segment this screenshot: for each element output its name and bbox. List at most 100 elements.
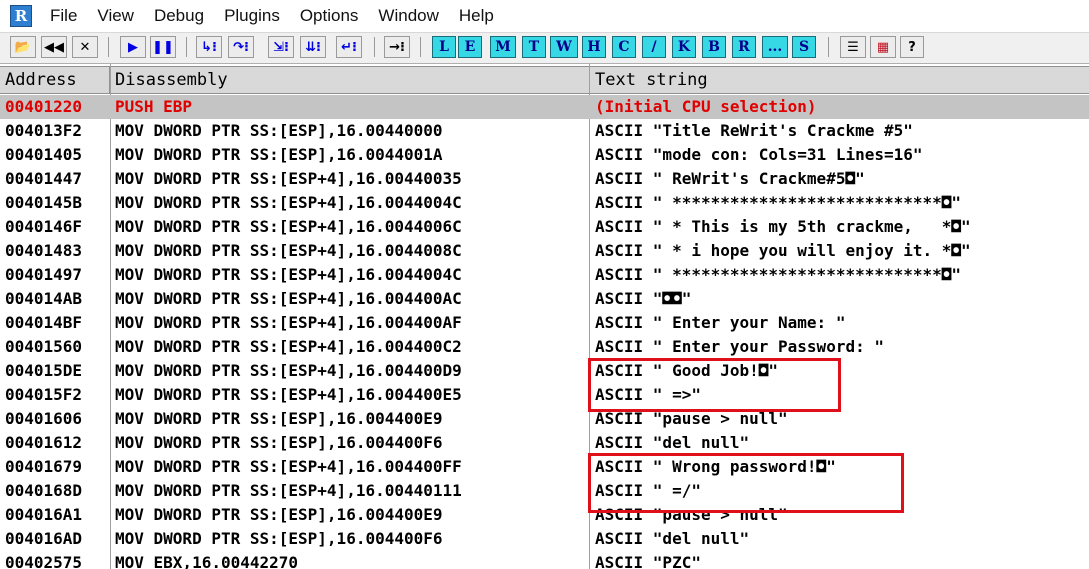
- execute-till-return-icon[interactable]: ↵⁝: [336, 36, 362, 58]
- call-stack-button[interactable]: K: [672, 36, 696, 58]
- column-header-address[interactable]: Address: [0, 67, 110, 93]
- address-cell: 00401483: [5, 241, 83, 260]
- table-row[interactable]: 004016A1 MOV DWORD PTR SS:[ESP],16.004400…: [0, 503, 1089, 527]
- table-row[interactable]: 004015DE MOV DWORD PTR SS:[ESP+4],16.0044…: [0, 359, 1089, 383]
- disassembly-cell: MOV DWORD PTR SS:[ESP+4],16.0044006C: [115, 217, 462, 236]
- disassembly-cell: MOV DWORD PTR SS:[ESP],16.004400F6: [115, 529, 443, 548]
- table-body: 00401220 PUSH EBP (Initial CPU selection) 0…: [0, 95, 1089, 569]
- highlight-box-wrong-password: [588, 453, 904, 513]
- table-row[interactable]: 00401447 MOV DWORD PTR SS:[ESP+4],16.0044…: [0, 167, 1089, 191]
- text-string-cell: ASCII "mode con: Cols=31 Lines=16": [595, 145, 923, 164]
- table-row[interactable]: 00401612 MOV DWORD PTR SS:[ESP],16.004400…: [0, 431, 1089, 455]
- table-row[interactable]: 004014AB MOV DWORD PTR SS:[ESP+4],16.0044…: [0, 287, 1089, 311]
- menu-options[interactable]: Options: [290, 0, 369, 32]
- address-cell: 00401679: [5, 457, 83, 476]
- text-strings-table: Address Disassembly Text string 00401220…: [0, 64, 1089, 569]
- table-row[interactable]: 00401560 MOV DWORD PTR SS:[ESP+4],16.0044…: [0, 335, 1089, 359]
- menu-window[interactable]: Window: [368, 0, 448, 32]
- patches-button[interactable]: /: [642, 36, 666, 58]
- list-icon[interactable]: ☰: [840, 36, 866, 58]
- disassembly-cell: MOV DWORD PTR SS:[ESP],16.00440000: [115, 121, 443, 140]
- help-icon[interactable]: ?: [900, 36, 924, 58]
- address-cell: 004015DE: [5, 361, 83, 380]
- table-row[interactable]: 00401405 MOV DWORD PTR SS:[ESP],16.004400…: [0, 143, 1089, 167]
- trace-over-icon[interactable]: ⇊⁝: [300, 36, 326, 58]
- text-string-cell: ASCII " ReWrit's Crackme#5◘": [595, 169, 865, 188]
- disassembly-cell: MOV DWORD PTR SS:[ESP+4],16.004400FF: [115, 457, 462, 476]
- table-row[interactable]: 0040168D MOV DWORD PTR SS:[ESP+4],16.0044…: [0, 479, 1089, 503]
- address-cell: 0040145B: [5, 193, 83, 212]
- threads-button[interactable]: T: [522, 36, 546, 58]
- go-to-icon[interactable]: →⁝: [384, 36, 410, 58]
- table-row[interactable]: 004016AD MOV DWORD PTR SS:[ESP],16.004400…: [0, 527, 1089, 551]
- address-cell: 00401447: [5, 169, 83, 188]
- table-row[interactable]: 004014BF MOV DWORD PTR SS:[ESP+4],16.0044…: [0, 311, 1089, 335]
- menu-help[interactable]: Help: [449, 0, 504, 32]
- restart-icon[interactable]: ◀◀: [41, 36, 67, 58]
- handles-button[interactable]: H: [582, 36, 606, 58]
- text-string-cell: ASCII "PZC": [595, 553, 701, 569]
- toolbar-separator: [108, 37, 109, 57]
- toolbar: 📂 ◀◀ ✕ ▶ ❚❚ ↳⁝ ↷⁝ ⇲⁝ ⇊⁝ ↵⁝ →⁝ L E M T W …: [0, 33, 1089, 64]
- address-cell: 004016AD: [5, 529, 83, 548]
- run-icon[interactable]: ▶: [120, 36, 146, 58]
- trace-into-icon[interactable]: ⇲⁝: [268, 36, 294, 58]
- disassembly-cell: MOV EBX,16.00442270: [115, 553, 299, 569]
- table-row[interactable]: 00401606 MOV DWORD PTR SS:[ESP],16.004400…: [0, 407, 1089, 431]
- text-string-cell: (Initial CPU selection): [595, 97, 817, 116]
- table-row[interactable]: 00401679 MOV DWORD PTR SS:[ESP+4],16.0044…: [0, 455, 1089, 479]
- column-header-disassembly[interactable]: Disassembly: [110, 67, 590, 93]
- address-cell: 004014BF: [5, 313, 83, 332]
- address-cell: 00401606: [5, 409, 83, 428]
- disassembly-cell: MOV DWORD PTR SS:[ESP],16.004400E9: [115, 409, 443, 428]
- table-row[interactable]: 004015F2 MOV DWORD PTR SS:[ESP+4],16.0044…: [0, 383, 1089, 407]
- text-string-cell: ASCII " Enter your Name: ": [595, 313, 846, 332]
- step-into-icon[interactable]: ↳⁝: [196, 36, 222, 58]
- address-cell: 0040168D: [5, 481, 83, 500]
- memory-map-button[interactable]: M: [490, 36, 516, 58]
- menu-file[interactable]: File: [40, 0, 87, 32]
- table-row[interactable]: 00401483 MOV DWORD PTR SS:[ESP+4],16.0044…: [0, 239, 1089, 263]
- table-row[interactable]: 0040146F MOV DWORD PTR SS:[ESP+4],16.0044…: [0, 215, 1089, 239]
- cpu-button[interactable]: C: [612, 36, 636, 58]
- table-row[interactable]: 0040145B MOV DWORD PTR SS:[ESP+4],16.0044…: [0, 191, 1089, 215]
- toolbar-separator: [828, 37, 829, 57]
- table-row[interactable]: 00402575 MOV EBX,16.00442270 ASCII "PZC": [0, 551, 1089, 569]
- menu-debug[interactable]: Debug: [144, 0, 214, 32]
- address-cell: 00401560: [5, 337, 83, 356]
- table-header: Address Disassembly Text string: [0, 66, 1089, 94]
- breakpoints-button[interactable]: B: [702, 36, 726, 58]
- disassembly-cell: MOV DWORD PTR SS:[ESP],16.004400F6: [115, 433, 443, 452]
- run-trace-button[interactable]: ...: [762, 36, 788, 58]
- references-button[interactable]: R: [732, 36, 756, 58]
- text-string-cell: ASCII "Title ReWrit's Crackme #5": [595, 121, 913, 140]
- text-string-cell: ASCII " ****************************◘": [595, 265, 962, 284]
- menu-plugins[interactable]: Plugins: [214, 0, 290, 32]
- column-header-text-string[interactable]: Text string: [590, 67, 1089, 93]
- windows-button[interactable]: W: [550, 36, 578, 58]
- table-row[interactable]: 004013F2 MOV DWORD PTR SS:[ESP],16.004400…: [0, 119, 1089, 143]
- disassembly-cell: MOV DWORD PTR SS:[ESP+4],16.004400C2: [115, 337, 462, 356]
- log-window-button[interactable]: L: [432, 36, 456, 58]
- step-over-icon[interactable]: ↷⁝: [228, 36, 254, 58]
- table-row[interactable]: 00401497 MOV DWORD PTR SS:[ESP+4],16.0044…: [0, 263, 1089, 287]
- table-row[interactable]: 00401220 PUSH EBP (Initial CPU selection): [0, 95, 1089, 119]
- disassembly-cell: MOV DWORD PTR SS:[ESP+4],16.00440111: [115, 481, 462, 500]
- menu-view[interactable]: View: [87, 0, 144, 32]
- address-cell: 004013F2: [5, 121, 83, 140]
- address-cell: 004015F2: [5, 385, 83, 404]
- address-cell: 00401497: [5, 265, 83, 284]
- address-cell: 00401220: [5, 97, 83, 116]
- address-cell: 00401405: [5, 145, 83, 164]
- text-string-cell: ASCII " * i hope you will enjoy it. *◘": [595, 241, 971, 260]
- source-button[interactable]: S: [792, 36, 816, 58]
- address-cell: 00401612: [5, 433, 83, 452]
- pause-icon[interactable]: ❚❚: [150, 36, 176, 58]
- close-program-icon[interactable]: ✕: [72, 36, 98, 58]
- disassembly-cell: PUSH EBP: [115, 97, 193, 116]
- executable-modules-button[interactable]: E: [458, 36, 482, 58]
- palette-icon[interactable]: ▦: [870, 36, 896, 58]
- open-icon[interactable]: 📂: [10, 36, 36, 58]
- address-cell: 00402575: [5, 553, 83, 569]
- toolbar-separator: [374, 37, 375, 57]
